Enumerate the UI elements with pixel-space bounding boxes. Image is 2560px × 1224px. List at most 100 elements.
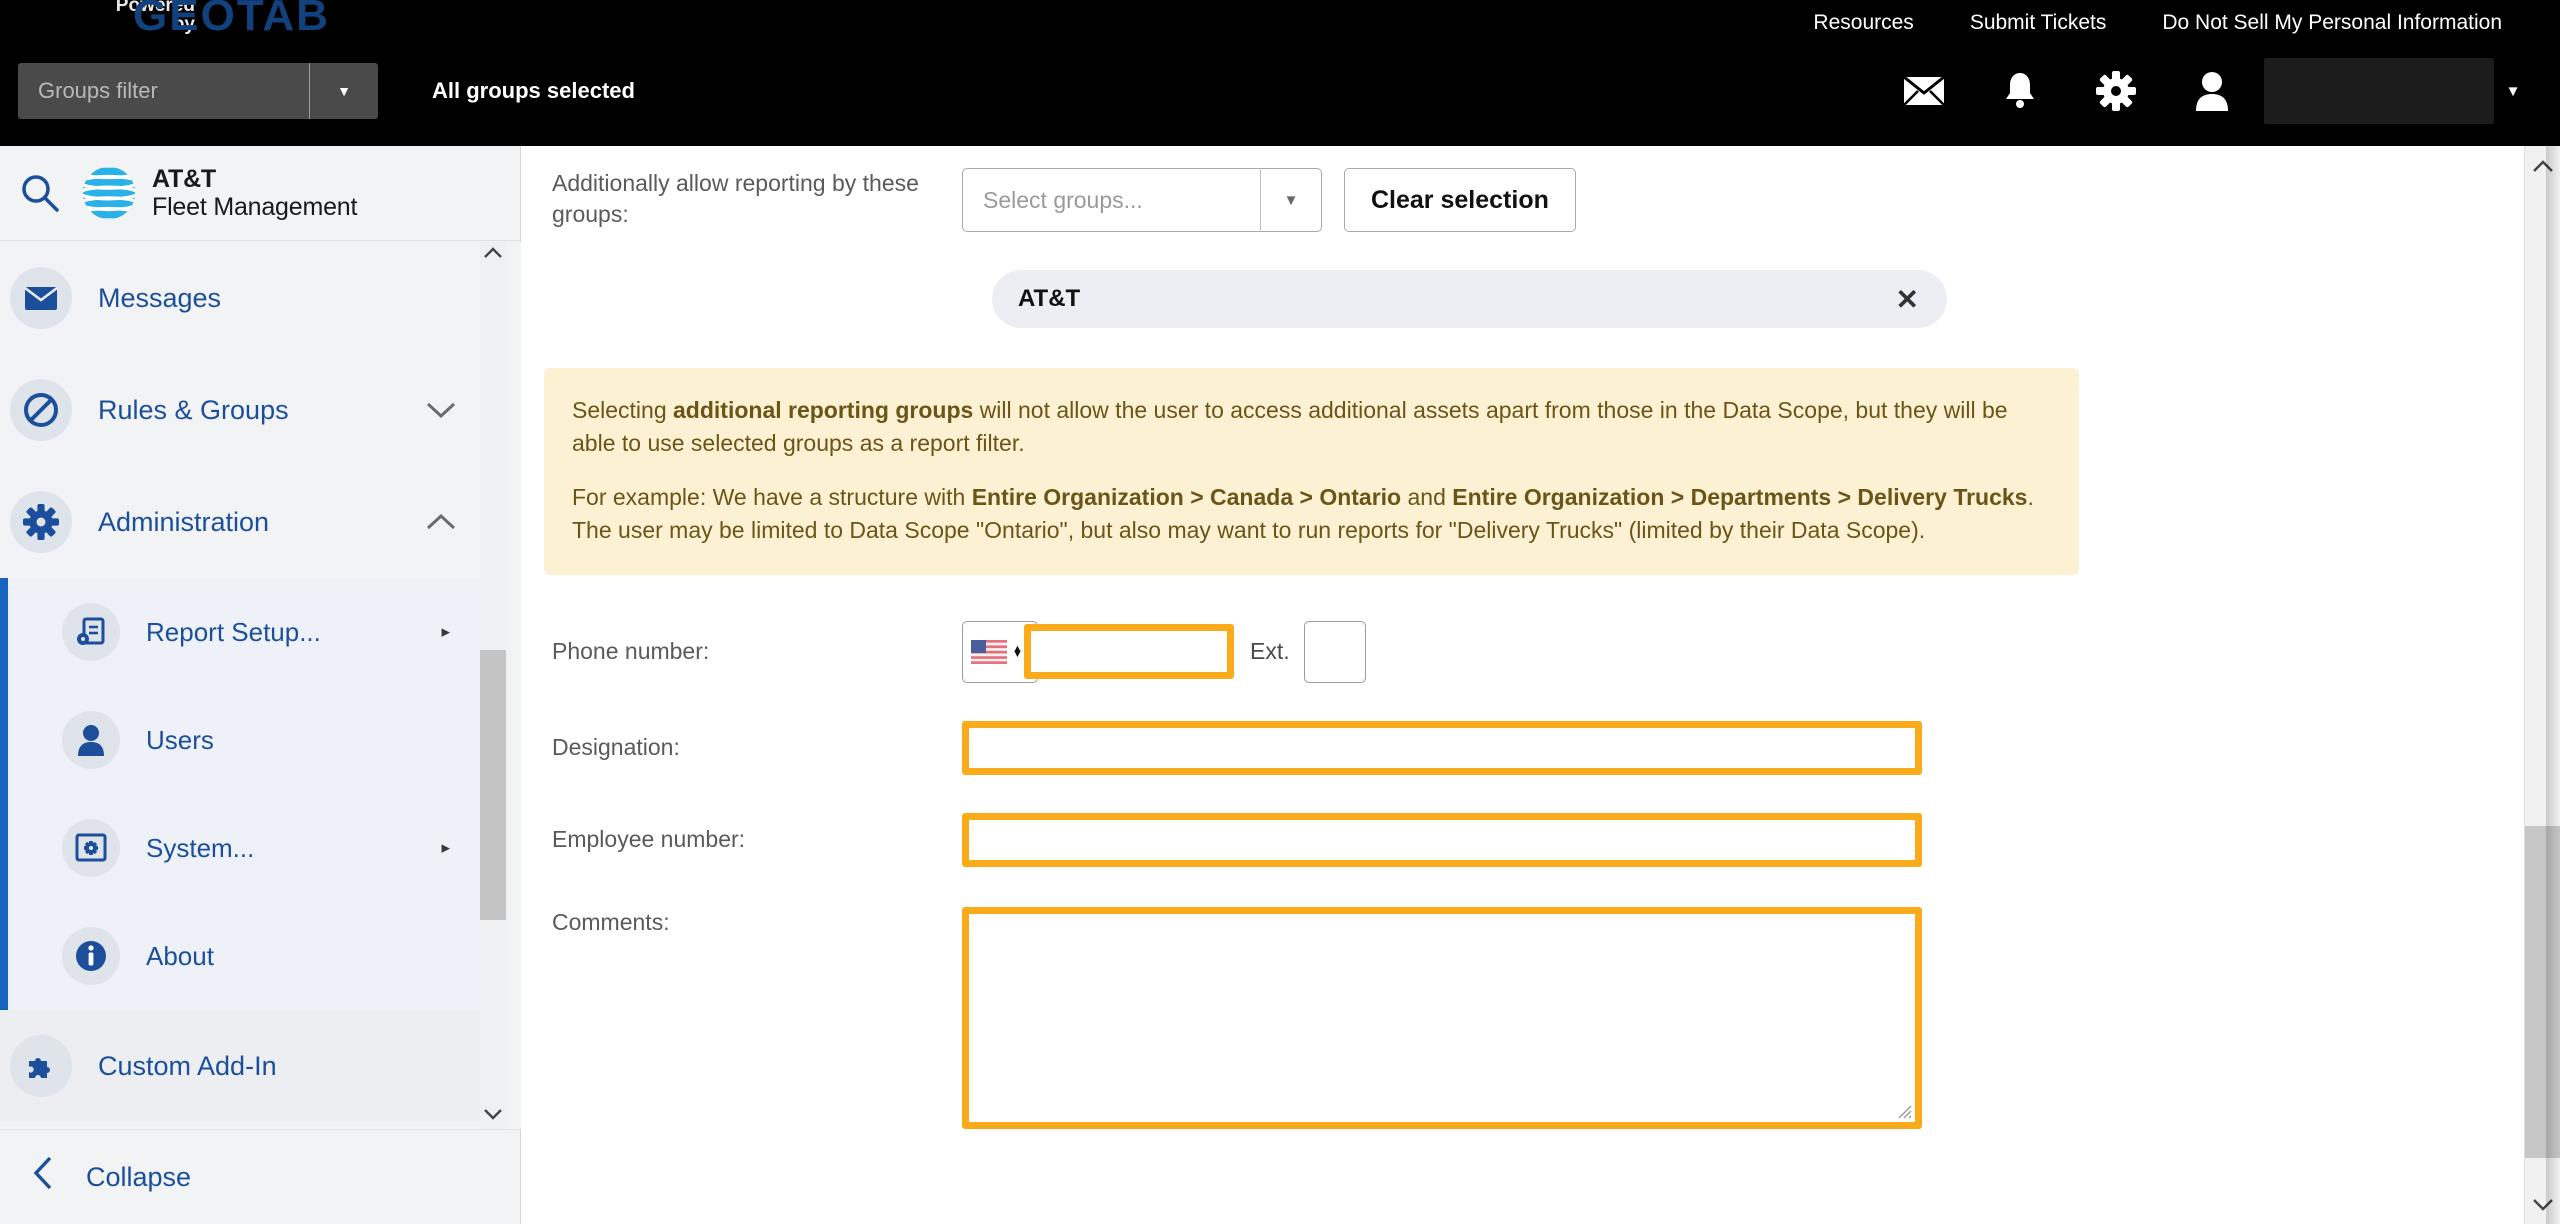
att-brand-line-1: AT&T <box>152 165 216 193</box>
chevron-right-icon[interactable]: ▸ <box>441 622 450 642</box>
selected-groups-chip-row: AT&T ✕ <box>522 270 2512 328</box>
header-icon-group: ▼ <box>1876 58 2532 124</box>
user-name-box[interactable] <box>2264 58 2494 124</box>
sidebar-item-label: Report Setup... <box>146 616 321 647</box>
top-header-bar: Powered by GEOTAB Resources Submit Ticke… <box>0 0 2560 146</box>
phone-number-input[interactable] <box>1024 624 1234 680</box>
employee-number-label: Employee number: <box>552 826 746 853</box>
reporting-groups-label: Additionally allow reporting by these gr… <box>552 170 919 227</box>
sidebar-collapse-button[interactable]: Collapse <box>0 1129 520 1224</box>
sidebar-item-about[interactable]: About <box>0 902 492 1010</box>
geotab-logo: GEOTAB <box>133 0 330 40</box>
sidebar-item-label: Rules & Groups <box>98 394 289 425</box>
info-paragraph-2: For example: We have a structure with En… <box>572 481 2051 546</box>
prohibit-icon <box>10 379 72 441</box>
clear-selection-button[interactable]: Clear selection <box>1344 168 1576 232</box>
phone-number-label: Phone number: <box>552 638 710 665</box>
system-icon <box>62 819 120 877</box>
chevron-right-icon[interactable]: ▸ <box>441 838 450 858</box>
chevron-up-icon[interactable] <box>426 513 456 531</box>
mail-icon[interactable] <box>1876 58 1972 124</box>
employee-number-row: Employee number: <box>522 812 2512 867</box>
info-p2-c: and <box>1401 484 1453 511</box>
comments-textarea[interactable] <box>962 906 1922 1129</box>
info-p2-a: For example: We have a structure with <box>572 484 972 511</box>
phone-number-row: Phone number: ▲ ▼ Ext. <box>522 620 2512 683</box>
group-chip-label: AT&T <box>1018 285 1081 312</box>
sidebar-item-rules-and-groups[interactable]: Rules & Groups <box>0 354 492 466</box>
all-groups-selected-label: All groups selected <box>432 78 635 103</box>
sidebar-nav-scroll-area: Messages Rules & Groups Administration R… <box>0 242 521 1129</box>
sidebar: AT&T Fleet Management Messages Rules & G… <box>0 146 521 1224</box>
designation-label: Designation: <box>552 734 680 761</box>
gear-icon <box>10 491 72 553</box>
app-root: Powered by GEOTAB Resources Submit Ticke… <box>0 0 2560 1224</box>
info-p1-a: Selecting <box>572 397 674 423</box>
top-nav-links: Resources Submit Tickets Do Not Sell My … <box>1785 0 2530 46</box>
sidebar-item-report-setup[interactable]: Report Setup... ▸ <box>0 578 492 686</box>
user-menu-chevron-down-icon[interactable]: ▼ <box>2494 83 2532 100</box>
sidebar-administration-submenu: Report Setup... ▸ Users System... ▸ Abou… <box>0 578 492 1010</box>
groups-filter-dropdown[interactable]: Groups filter ▼ <box>18 63 378 119</box>
sidebar-item-label: Administration <box>98 506 270 537</box>
att-brand-line-2: Fleet Management <box>152 193 358 221</box>
nav-link-resources[interactable]: Resources <box>1785 0 1941 46</box>
select-groups-dropdown[interactable]: Select groups... ▼ <box>962 168 1322 232</box>
comments-row: Comments: <box>522 906 2512 1129</box>
phone-input-group: ▲ ▼ Ext. <box>962 620 1366 683</box>
sidebar-nav-list: Messages Rules & Groups Administration R… <box>0 242 492 1122</box>
group-chip[interactable]: AT&T ✕ <box>992 270 1947 328</box>
user-icon[interactable] <box>2164 58 2260 124</box>
sidebar-item-label: Users <box>146 724 214 755</box>
chevron-down-icon[interactable] <box>426 401 456 419</box>
info-p1-b: additional reporting groups <box>673 397 974 423</box>
scroll-up-icon[interactable] <box>483 242 503 268</box>
sidebar-item-administration[interactable]: Administration <box>0 466 492 578</box>
chevron-left-icon <box>0 1156 86 1198</box>
att-globe-logo <box>82 166 136 220</box>
reporting-groups-row: Additionally allow reporting by these gr… <box>522 168 2512 232</box>
sidebar-item-label: Messages <box>98 282 222 313</box>
resize-grip-icon[interactable] <box>1894 1101 1912 1119</box>
info-icon <box>62 927 120 985</box>
extension-input[interactable] <box>1303 620 1366 683</box>
extension-label: Ext. <box>1250 638 1290 665</box>
sidebar-item-messages[interactable]: Messages <box>0 242 492 354</box>
att-brand: AT&T Fleet Management <box>80 164 357 222</box>
chevron-down-icon[interactable]: ▼ <box>310 83 378 99</box>
sidebar-scroll-thumb[interactable] <box>480 650 506 920</box>
comments-label: Comments: <box>552 908 670 935</box>
us-flag-icon <box>971 639 1007 664</box>
sidebar-item-custom-add-in[interactable]: Custom Add-In <box>0 1010 492 1122</box>
designation-row: Designation: <box>522 720 2512 775</box>
info-paragraph-1: Selecting additional reporting groups wi… <box>572 394 2051 459</box>
envelope-icon <box>10 267 72 329</box>
report-setup-icon <box>62 603 120 661</box>
search-icon[interactable] <box>0 173 80 213</box>
att-brand-text: AT&T Fleet Management <box>152 165 357 221</box>
employee-number-input[interactable] <box>962 812 1922 867</box>
sidebar-item-label: About <box>146 940 214 971</box>
nav-link-do-not-sell[interactable]: Do Not Sell My Personal Information <box>2134 0 2530 46</box>
scroll-down-icon[interactable] <box>483 1103 503 1129</box>
sidebar-item-system[interactable]: System... ▸ <box>0 794 492 902</box>
designation-input[interactable] <box>962 720 1922 775</box>
user-edit-form: Additionally allow reporting by these gr… <box>522 146 2512 1129</box>
chevron-down-icon[interactable]: ▼ <box>1261 192 1321 209</box>
gear-icon[interactable] <box>2068 58 2164 124</box>
user-icon <box>62 711 120 769</box>
info-p2-d: Entire Organization > Departments > Deli… <box>1452 484 2028 511</box>
country-spinner[interactable]: ▲ ▼ <box>1012 644 1023 660</box>
sidebar-scrollbar[interactable] <box>480 242 506 1129</box>
sidebar-item-users[interactable]: Users <box>0 686 492 794</box>
sidebar-header: AT&T Fleet Management <box>0 146 520 241</box>
sidebar-collapse-label: Collapse <box>86 1161 192 1192</box>
select-groups-placeholder: Select groups... <box>983 186 1143 213</box>
puzzle-icon <box>10 1035 72 1097</box>
groups-filter-placeholder: Groups filter <box>38 78 158 103</box>
close-icon[interactable]: ✕ <box>1896 283 1919 316</box>
nav-link-submit-tickets[interactable]: Submit Tickets <box>1942 0 2135 46</box>
info-p2-b: Entire Organization > Canada > Ontario <box>971 484 1402 511</box>
main-content: Additionally allow reporting by these gr… <box>522 146 2560 1224</box>
bell-icon[interactable] <box>1972 58 2068 124</box>
